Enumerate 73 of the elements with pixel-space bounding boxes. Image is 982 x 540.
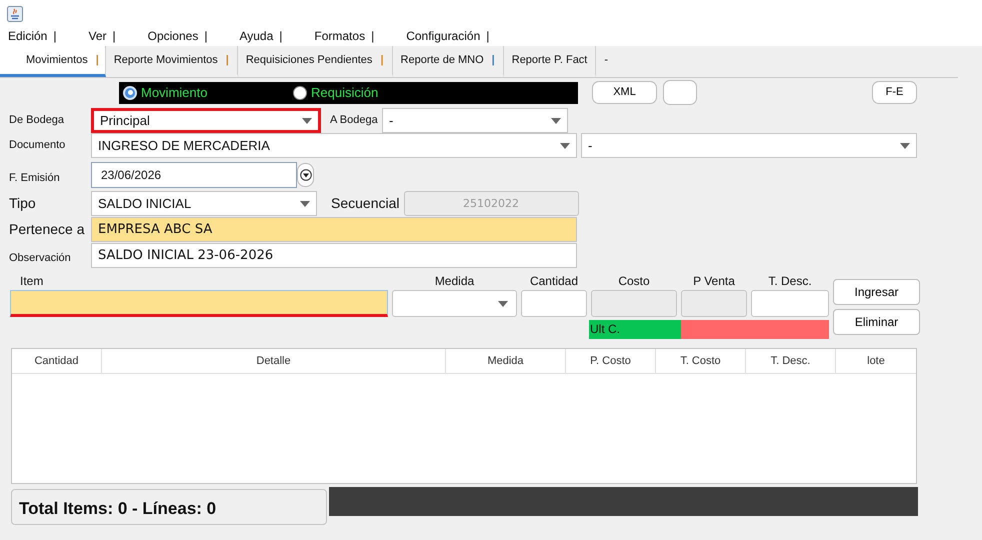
menu-item[interactable]: Configuración bbox=[406, 26, 480, 44]
dropdown-arrow-icon bbox=[900, 142, 910, 148]
last-cost-label: Ult C. bbox=[589, 320, 681, 339]
radio-option[interactable]: Movimiento bbox=[123, 82, 293, 102]
column-label: Item bbox=[19, 273, 44, 290]
column-header[interactable]: Cantidad bbox=[12, 349, 102, 373]
dropdown-arrow-icon bbox=[498, 300, 508, 306]
menu-item[interactable]: Formatos bbox=[314, 26, 366, 44]
tab[interactable]: Requisiciones Pendientes bbox=[246, 52, 372, 68]
column-label: T. Desc. bbox=[767, 273, 813, 290]
app-icon bbox=[7, 6, 23, 22]
radio-option[interactable]: Requisición bbox=[293, 82, 463, 102]
dropdown-arrow-icon bbox=[300, 200, 310, 206]
menu-separator: | bbox=[204, 28, 208, 44]
tab-separator: | bbox=[226, 52, 229, 68]
menu-item[interactable]: Ayuda bbox=[239, 26, 274, 44]
tab-separator: | bbox=[380, 52, 384, 68]
dropdown-arrow-icon bbox=[560, 142, 570, 148]
column-header[interactable]: lote bbox=[836, 349, 916, 373]
entry-field[interactable] bbox=[751, 290, 829, 317]
tab-separator: | bbox=[492, 52, 495, 68]
owner-field[interactable]: EMPRESA ABC SA bbox=[91, 217, 577, 242]
tab[interactable]: Reporte Movimientos bbox=[114, 52, 218, 68]
menu-separator: | bbox=[53, 28, 56, 44]
field-label: F. Emisión bbox=[8, 170, 61, 186]
tab[interactable]: Movimientos bbox=[26, 52, 88, 68]
tab[interactable]: Reporte de MNO bbox=[400, 52, 484, 68]
document-dropdown[interactable]: - bbox=[581, 133, 917, 158]
entry-field[interactable] bbox=[521, 290, 587, 317]
date-field[interactable]: 23/06/2026 bbox=[91, 162, 297, 188]
field-label: De Bodega bbox=[8, 113, 66, 128]
warehouse-dropdown[interactable]: - bbox=[382, 108, 568, 133]
totals-label: Total Items: 0 - Líneas: 0 bbox=[11, 489, 327, 525]
note-field[interactable]: SALDO INICIAL 23-06-2026 bbox=[91, 243, 577, 268]
menu-separator: | bbox=[112, 28, 116, 44]
field-label: A Bodega bbox=[329, 113, 379, 128]
caret-icon bbox=[300, 169, 312, 181]
document-dropdown[interactable]: INGRESO DE MERCADERIA bbox=[91, 133, 577, 158]
field-label: Secuencial bbox=[330, 194, 400, 213]
type-dropdown[interactable]: SALDO INICIAL bbox=[91, 191, 317, 216]
column-header[interactable]: T. Desc. bbox=[746, 349, 836, 373]
blank-button[interactable] bbox=[663, 80, 697, 105]
field-label: Observación bbox=[8, 251, 72, 266]
field-label: Pertenece a bbox=[8, 220, 86, 239]
menu-separator: | bbox=[371, 28, 374, 44]
delete-button[interactable]: Eliminar bbox=[833, 309, 920, 335]
column-header[interactable]: Medida bbox=[446, 349, 566, 373]
column-label: Cantidad bbox=[528, 273, 580, 290]
tab[interactable]: Reporte P. Fact bbox=[512, 52, 588, 68]
tab-separator: | bbox=[96, 52, 99, 68]
xml-button[interactable]: XML bbox=[592, 81, 657, 104]
dropdown-arrow-icon bbox=[302, 118, 312, 124]
menu-item[interactable]: Ver bbox=[88, 26, 106, 44]
tab[interactable]: - bbox=[604, 52, 608, 68]
menu-item[interactable]: Edición bbox=[8, 26, 48, 44]
column-header[interactable]: T. Costo bbox=[656, 349, 746, 373]
calendar-dropdown-button[interactable] bbox=[297, 163, 314, 187]
menu-item[interactable]: Opciones bbox=[148, 26, 198, 44]
column-label: Costo bbox=[617, 273, 651, 290]
column-label: P Venta bbox=[692, 273, 736, 290]
column-header[interactable]: Detalle bbox=[102, 349, 446, 373]
menu-separator: | bbox=[279, 28, 282, 44]
unit-dropdown[interactable] bbox=[392, 290, 517, 317]
add-button[interactable]: Ingresar bbox=[833, 279, 920, 305]
field-label: Documento bbox=[8, 138, 66, 154]
warehouse-dropdown[interactable]: Principal bbox=[91, 108, 321, 133]
column-header[interactable]: P. Costo bbox=[566, 349, 656, 373]
field-label: Tipo bbox=[8, 194, 37, 213]
menu-separator: | bbox=[486, 28, 490, 44]
column-label: Medida bbox=[434, 273, 476, 290]
item-field[interactable] bbox=[10, 290, 388, 317]
fe-button[interactable]: F-E bbox=[872, 81, 917, 104]
dropdown-arrow-icon bbox=[551, 118, 561, 124]
